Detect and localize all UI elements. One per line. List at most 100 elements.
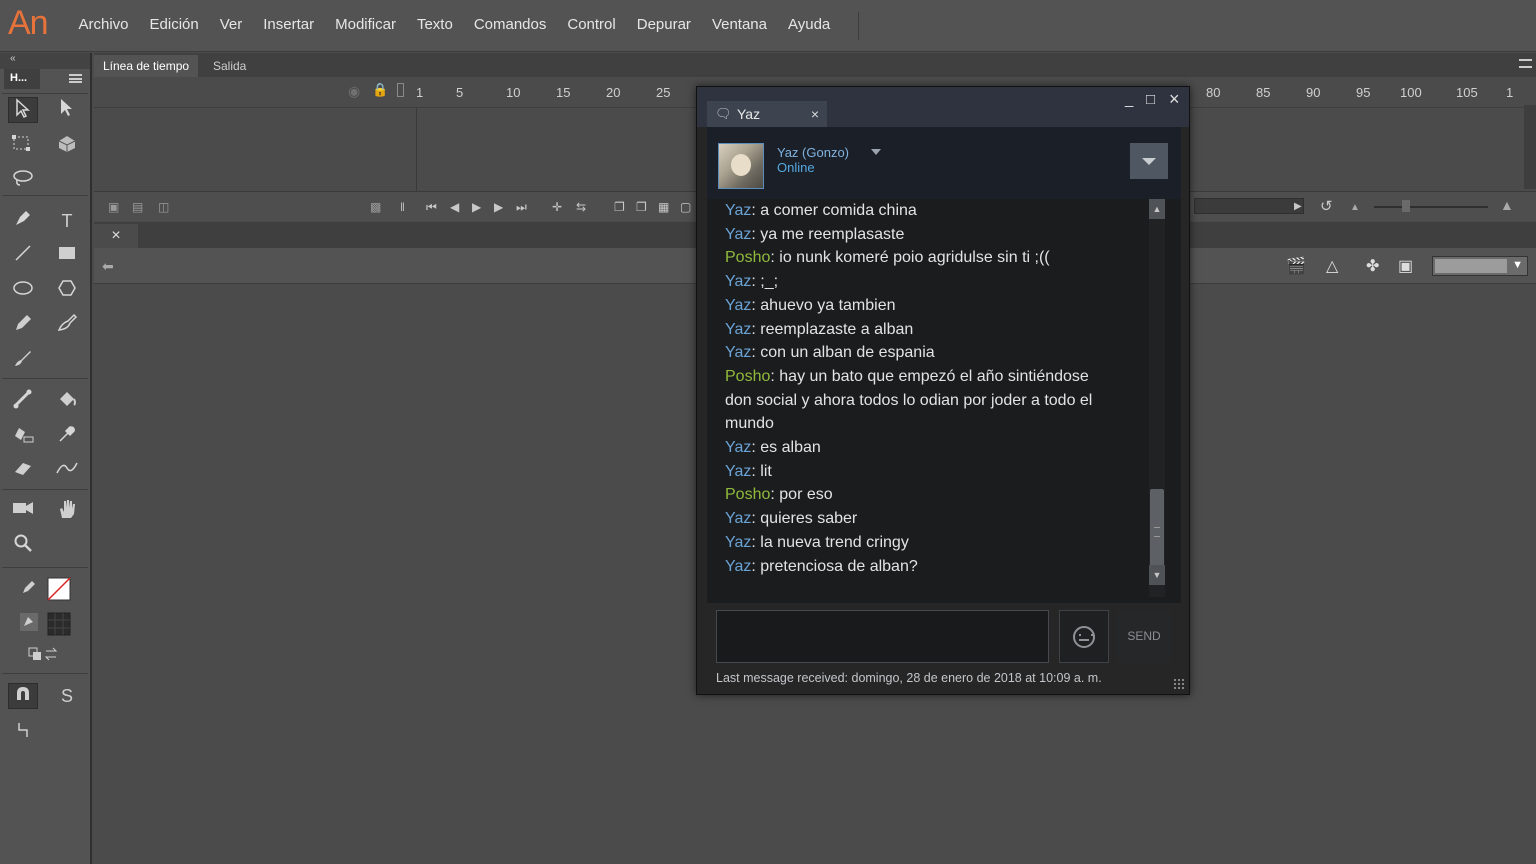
zoom-tool-icon[interactable] (8, 533, 38, 559)
maximize-button[interactable]: □ (1146, 91, 1155, 108)
fill-color-swatch[interactable] (46, 612, 72, 638)
step-back-icon[interactable]: ◀ (450, 200, 459, 214)
zoom-out-timeline-icon[interactable]: ▲ (1350, 202, 1360, 213)
stroke-color-icon[interactable] (14, 577, 44, 603)
camera-tool-icon[interactable] (8, 498, 38, 524)
menu-ver[interactable]: Ver (209, 16, 253, 33)
menu-ventana[interactable]: Ventana (701, 16, 777, 33)
step-forward-icon[interactable]: ▶ (494, 200, 503, 214)
modify-markers-icon[interactable]: ▢ (680, 200, 691, 214)
message-input[interactable] (716, 610, 1049, 663)
new-layer-icon[interactable]: ▣ (108, 200, 119, 214)
undo-icon[interactable]: ↺ (1320, 197, 1333, 215)
menu-insertar[interactable]: Insertar (253, 16, 325, 33)
timeline-handle-icon[interactable]: ‖ (400, 200, 405, 214)
straighten-icon[interactable] (8, 719, 38, 745)
zoom-in-timeline-icon[interactable]: ▲ (1500, 197, 1514, 213)
zoom-dropdown[interactable]: ▼ (1432, 256, 1528, 276)
friend-menu-caret-icon[interactable] (871, 149, 881, 155)
chat-options-dropdown[interactable] (1130, 143, 1168, 179)
send-button[interactable]: SEND (1117, 610, 1171, 663)
clip-content-icon[interactable]: ▣ (1398, 256, 1413, 276)
selection-tool-icon[interactable] (8, 97, 38, 123)
rectangle-tool-icon[interactable] (52, 243, 82, 269)
line-tool-icon[interactable] (8, 243, 38, 269)
lock-icon[interactable]: 🔒 (372, 82, 388, 98)
edit-scene-icon[interactable]: 🎬 (1286, 256, 1306, 276)
free-transform-tool-icon[interactable] (8, 133, 38, 159)
smooth-icon[interactable]: S (52, 683, 82, 709)
back-arrow-icon[interactable]: ⬅ (102, 258, 114, 275)
delete-layer-icon[interactable]: ◫ (158, 200, 169, 214)
menu-edicion[interactable]: Edición (139, 16, 209, 33)
close-document-button[interactable]: × (94, 224, 138, 248)
edit-symbols-icon[interactable]: △ (1326, 256, 1338, 276)
swap-colors-icon[interactable] (28, 644, 58, 670)
ink-bottle-tool-icon[interactable] (8, 424, 38, 450)
tab-linea-de-tiempo[interactable]: Línea de tiempo (94, 55, 199, 77)
close-window-button[interactable]: × (1169, 89, 1180, 110)
timeline-zoom-slider[interactable] (1374, 206, 1488, 208)
menu-control[interactable]: Control (557, 16, 626, 33)
fill-color-icon[interactable] (14, 612, 44, 638)
eyedropper-tool-icon[interactable] (52, 424, 82, 450)
center-frame-icon[interactable]: ✛ (552, 200, 562, 214)
scroll-down-button[interactable]: ▼ (1149, 565, 1165, 585)
outline-icon[interactable] (397, 83, 404, 97)
stroke-color-swatch[interactable] (46, 577, 72, 603)
polystar-tool-icon[interactable] (52, 278, 82, 304)
go-to-last-frame-icon[interactable]: ⏭ (516, 200, 527, 215)
minimize-button[interactable]: _ (1125, 91, 1133, 108)
new-folder-icon[interactable]: ▤ (132, 200, 143, 214)
resize-grip-icon[interactable] (1173, 678, 1185, 690)
menu-depurar[interactable]: Depurar (626, 16, 701, 33)
chat-tab[interactable]: 🗨 Yaz × (707, 101, 827, 127)
scroll-up-button[interactable]: ▲ (1149, 199, 1165, 219)
menu-comandos[interactable]: Comandos (463, 16, 557, 33)
timeline-menu-icon[interactable] (1519, 59, 1532, 68)
subselection-tool-icon[interactable] (52, 97, 82, 123)
emoticon-button[interactable] (1059, 610, 1109, 663)
collapse-panel-button[interactable]: « (0, 53, 90, 69)
menu-modificar[interactable]: Modificar (325, 16, 407, 33)
chat-title-bar[interactable]: 🗨 Yaz × _ □ × (697, 87, 1189, 127)
onion-skin-icon[interactable]: ❐ (614, 200, 625, 214)
brush-tool-icon[interactable] (8, 348, 38, 374)
lasso-tool-icon[interactable] (8, 168, 38, 194)
friend-name[interactable]: Yaz (Gonzo) (777, 145, 849, 160)
camera-toggle-icon[interactable]: ▩ (370, 200, 381, 214)
snap-to-objects-icon[interactable] (8, 683, 38, 709)
text-tool-icon[interactable]: T (52, 208, 82, 234)
tools-tab[interactable]: H... (4, 69, 40, 89)
bone-tool-icon[interactable] (8, 389, 38, 415)
friend-avatar[interactable] (718, 143, 764, 189)
3d-rotation-tool-icon[interactable] (52, 133, 82, 159)
timeline-zoom-slider-thumb[interactable] (1402, 200, 1410, 212)
chat-scroll-thumb[interactable] (1150, 489, 1164, 573)
pencil-tool-icon[interactable] (8, 313, 38, 339)
menu-texto[interactable]: Texto (406, 16, 463, 33)
eraser-tool-icon[interactable] (8, 458, 38, 484)
play-icon[interactable]: ▶ (472, 200, 481, 214)
menu-ayuda[interactable]: Ayuda (778, 16, 841, 33)
width-tool-icon[interactable] (52, 458, 82, 484)
oval-tool-icon[interactable] (8, 278, 38, 304)
center-stage-icon[interactable]: ✤ (1366, 256, 1379, 276)
chat-log[interactable]: Yaz: a comer comida china Yaz: ya me ree… (707, 199, 1181, 603)
scroll-right-icon[interactable]: ▶ (1294, 201, 1302, 212)
close-tab-icon[interactable]: × (811, 106, 819, 122)
hand-tool-icon[interactable] (52, 498, 82, 524)
pen-tool-icon[interactable] (8, 208, 38, 234)
go-to-first-frame-icon[interactable]: ⏮ (426, 200, 437, 215)
edit-multiple-frames-icon[interactable]: ▦ (658, 200, 669, 214)
timeline-vscroll[interactable] (1524, 105, 1536, 189)
panel-menu-icon[interactable] (69, 74, 82, 83)
paint-bucket-tool-icon[interactable] (52, 389, 82, 415)
onion-skin-outlines-icon[interactable]: ❐ (636, 200, 647, 214)
timeline-hscroll[interactable] (1194, 198, 1304, 214)
paint-brush-tool-icon[interactable] (52, 313, 82, 339)
menu-archivo[interactable]: Archivo (68, 16, 139, 33)
tab-salida[interactable]: Salida (204, 55, 255, 77)
zoom-value-field[interactable] (1435, 259, 1507, 273)
visibility-icon[interactable]: ◉ (348, 83, 360, 100)
